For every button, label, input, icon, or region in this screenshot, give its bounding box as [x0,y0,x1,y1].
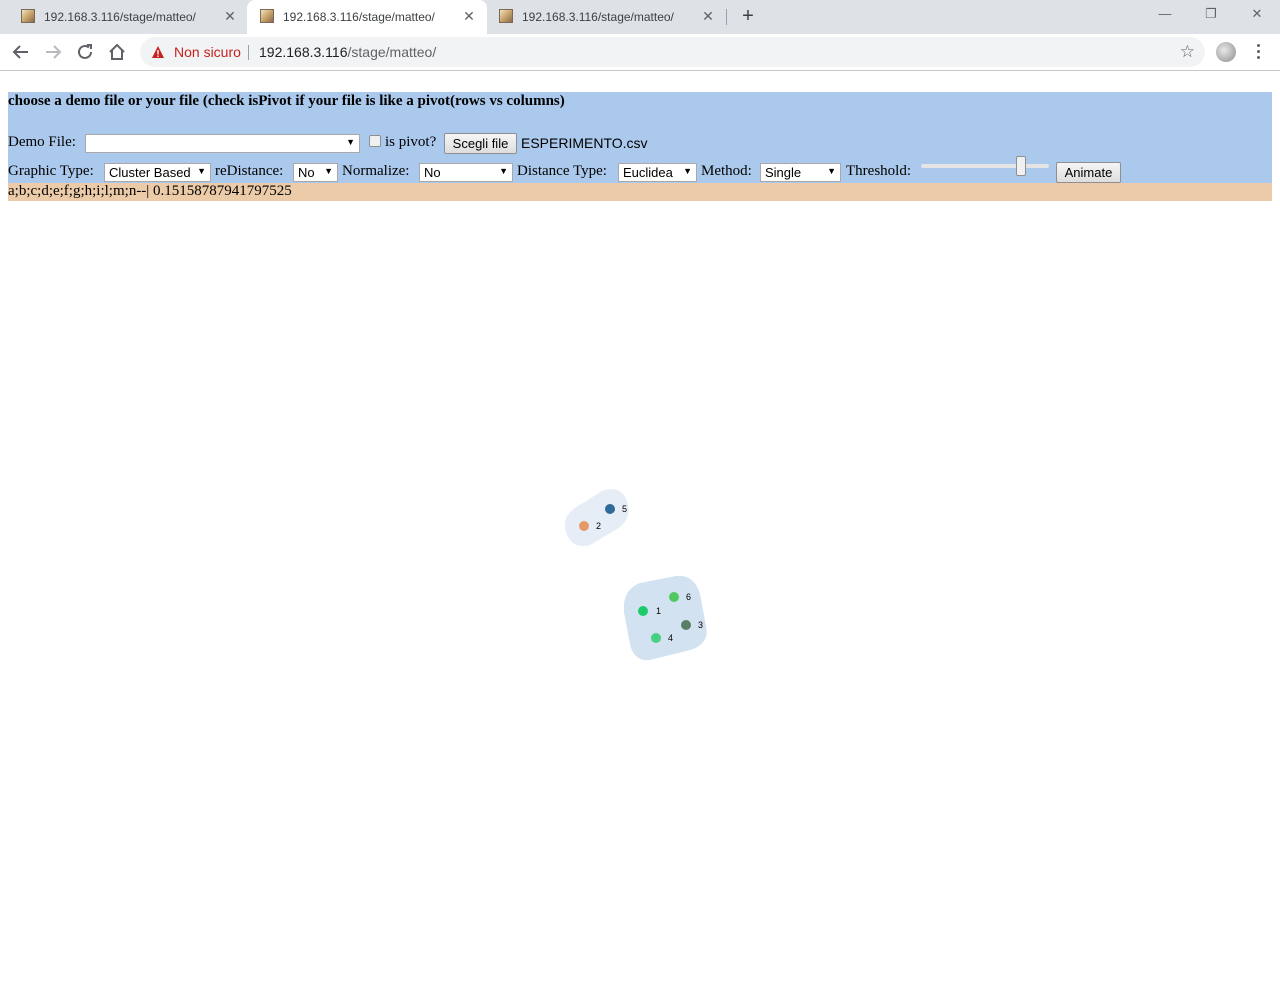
dropdown-arrow-icon: ▼ [197,166,206,176]
node-label-1: 1 [656,606,661,616]
forward-arrow-icon[interactable] [42,41,64,63]
node-1[interactable] [638,606,648,616]
reload-icon[interactable] [74,41,96,63]
node-2[interactable] [579,521,589,531]
distance-type-select[interactable]: Euclidea ▼ [618,163,697,182]
tab-title: 192.168.3.116/stage/matteo/ [283,10,435,24]
close-tab-icon[interactable]: ✕ [700,8,716,24]
node-label-2: 2 [596,521,601,531]
graphic-type-select[interactable]: Cluster Based ▼ [104,163,211,182]
close-window-icon[interactable]: ✕ [1245,4,1269,24]
normalize-label: Normalize: [342,163,410,179]
threshold-slider-thumb[interactable] [1015,156,1026,176]
dropdown-arrow-icon: ▼ [346,137,355,147]
tab-title: 192.168.3.116/stage/matteo/ [522,10,674,24]
normalize-value: No [424,165,441,180]
browser-tab-2[interactable]: 192.168.3.116/stage/matteo/ ✕ [247,0,487,34]
distance-type-label: Distance Type: [517,163,607,179]
tab-divider [726,9,727,25]
node-label-6: 6 [686,592,691,602]
favicon-icon [21,9,35,23]
browser-toolbar: Non sicuro 192.168.3.116/stage/matteo/ ☆ [0,34,1280,71]
node-3[interactable] [681,620,691,630]
node-label-3: 3 [698,620,703,630]
redistance-select[interactable]: No ▼ [293,163,338,182]
cluster-hull-2 [623,575,707,661]
minimize-icon[interactable]: — [1153,4,1177,24]
node-5[interactable] [605,504,615,514]
distance-type-value: Euclidea [623,165,673,180]
warning-triangle-icon[interactable] [151,45,165,59]
dropdown-arrow-icon: ▼ [683,166,692,176]
favicon-icon [260,9,274,23]
normalize-select[interactable]: No ▼ [419,163,513,182]
chosen-file-name: ESPERIMENTO.csv [521,135,648,151]
node-label-4: 4 [668,633,673,643]
demo-file-label: Demo File: [8,134,76,150]
url-text[interactable]: 192.168.3.116/stage/matteo/ [259,44,436,60]
tab-title: 192.168.3.116/stage/matteo/ [44,10,196,24]
browser-tab-3[interactable]: 192.168.3.116/stage/matteo/ ✕ [486,0,726,34]
browser-tab-1[interactable]: 192.168.3.116/stage/matteo/ ✕ [8,0,248,34]
tab-strip: 192.168.3.116/stage/matteo/ ✕ 192.168.3.… [0,0,1280,34]
home-icon[interactable] [106,41,128,63]
method-label: Method: [701,163,752,179]
threshold-slider-track[interactable] [921,164,1049,168]
animate-button[interactable]: Animate [1056,162,1121,183]
address-bar[interactable]: Non sicuro 192.168.3.116/stage/matteo/ ☆ [140,37,1205,67]
close-tab-icon[interactable]: ✕ [461,8,477,24]
redistance-value: No [298,165,315,180]
node-6[interactable] [669,592,679,602]
result-bar: a;b;c;d;e;f;g;h;i;l;m;n--| 0.15158787941… [8,183,1272,201]
node-label-5: 5 [622,504,627,514]
is-pivot-checkbox[interactable] [369,135,381,147]
cluster-hull-1 [564,489,629,547]
cluster-visualization: 5 2 6 1 3 4 [564,489,707,661]
redistance-label: reDistance: [215,163,284,179]
close-tab-icon[interactable]: ✕ [222,8,238,24]
node-4[interactable] [651,633,661,643]
restore-icon[interactable]: ❐ [1199,4,1223,24]
omnibox-divider [248,45,249,60]
security-label[interactable]: Non sicuro [174,44,241,60]
graphic-type-value: Cluster Based [109,165,191,180]
new-tab-plus-icon[interactable]: + [738,6,758,26]
url-host: 192.168.3.116 [259,44,348,60]
page-heading: choose a demo file or your file (check i… [8,93,565,109]
graphic-type-label: Graphic Type: [8,163,94,179]
threshold-label: Threshold: [846,163,911,179]
is-pivot-label: is pivot? [385,134,437,150]
favicon-icon [499,9,513,23]
bookmark-star-icon[interactable]: ☆ [1180,42,1195,62]
menu-kebab-icon[interactable] [1250,41,1266,63]
controls-panel: choose a demo file or your file (check i… [8,92,1272,183]
profile-avatar[interactable] [1216,42,1236,62]
demo-file-select[interactable]: ▼ [85,134,360,153]
back-arrow-icon[interactable] [10,41,32,63]
method-value: Single [765,165,802,180]
dropdown-arrow-icon: ▼ [324,166,333,176]
choose-file-button[interactable]: Scegli file [444,133,517,154]
dropdown-arrow-icon: ▼ [499,166,508,176]
dropdown-arrow-icon: ▼ [827,166,836,176]
url-path: /stage/matteo/ [347,44,437,60]
method-select[interactable]: Single ▼ [760,163,841,182]
